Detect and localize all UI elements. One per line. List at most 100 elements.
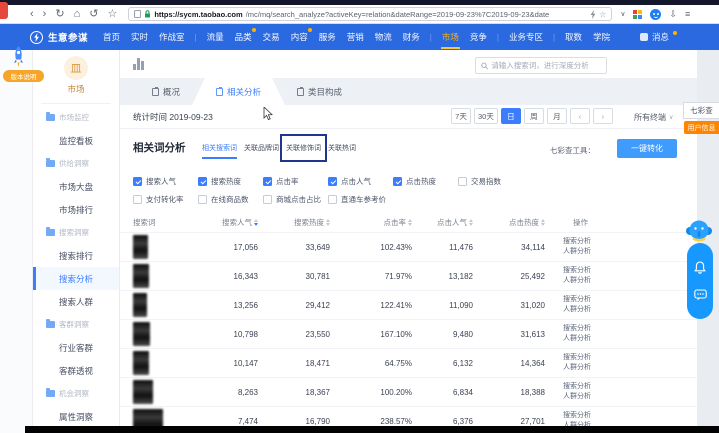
reload-icon[interactable]: ↻ xyxy=(55,9,64,20)
nav-item-流量[interactable]: 流量 xyxy=(206,25,225,49)
nav-item-财务[interactable]: 财务 xyxy=(402,25,421,49)
tab-类目构成[interactable]: 类目构成 xyxy=(285,78,354,105)
nav-item-内容[interactable]: 内容 xyxy=(290,25,309,49)
action-link-搜索分析[interactable]: 搜索分析 xyxy=(563,324,697,334)
column-header-点击人气[interactable]: 点击人气 xyxy=(412,217,473,228)
sidebar-item-市场排行[interactable]: 市场排行 xyxy=(33,198,119,221)
checkbox[interactable] xyxy=(133,177,142,186)
checkbox[interactable] xyxy=(263,195,272,204)
apps-grid-icon[interactable] xyxy=(633,10,642,19)
chat-icon[interactable] xyxy=(694,289,707,301)
action-link-人群分析[interactable]: 人群分析 xyxy=(563,334,697,344)
subtab-相关搜索词[interactable]: 相关搜索词 xyxy=(202,143,237,157)
tab-概况[interactable]: 概况 xyxy=(140,78,192,105)
range-button-日[interactable]: 日 xyxy=(501,108,521,124)
action-link-人群分析[interactable]: 人群分析 xyxy=(563,363,697,373)
nav-item-首页[interactable]: 首页 xyxy=(102,25,121,49)
nav-item-作战室[interactable]: 作战室 xyxy=(158,25,186,49)
metric-直通车参考价[interactable]: 直通车参考价 xyxy=(328,194,393,205)
range-button-7天[interactable]: 7天 xyxy=(451,108,471,124)
checkbox[interactable] xyxy=(133,195,142,204)
metric-点击热度[interactable]: 点击热度 xyxy=(393,176,458,187)
sidebar-item-客群透视[interactable]: 客群透视 xyxy=(33,359,119,382)
subtab-关联热词[interactable]: 关联热词 xyxy=(328,143,356,157)
star-save-icon[interactable]: ☆ xyxy=(599,10,606,19)
nav-item-业务专区[interactable]: 业务专区 xyxy=(508,25,544,49)
flash-icon[interactable] xyxy=(590,10,596,19)
bell-icon[interactable] xyxy=(694,261,706,274)
tab-相关分析[interactable]: 相关分析 xyxy=(192,78,285,105)
column-header-点击率[interactable]: 点击率 xyxy=(330,217,412,228)
action-link-搜索分析[interactable]: 搜索分析 xyxy=(563,411,697,421)
nav-item-物流[interactable]: 物流 xyxy=(374,25,393,49)
one-key-convert-button[interactable]: 一键转化 xyxy=(617,139,677,158)
nav-item-市场[interactable]: 市场 xyxy=(441,25,460,49)
action-link-人群分析[interactable]: 人群分析 xyxy=(563,392,697,402)
checkbox[interactable] xyxy=(328,195,337,204)
nav-item-品类[interactable]: 品类 xyxy=(234,25,253,49)
checkbox[interactable] xyxy=(458,177,467,186)
url-bar[interactable]: https://sycm.taobao.com/mc/mq/search_ana… xyxy=(128,7,612,21)
metric-商城点击占比[interactable]: 商城点击占比 xyxy=(263,194,328,205)
action-link-搜索分析[interactable]: 搜索分析 xyxy=(563,237,697,247)
column-header-搜索人气[interactable]: 搜索人气 xyxy=(180,217,258,228)
metric-搜索人气[interactable]: 搜索人气 xyxy=(133,176,198,187)
messenger-icon[interactable] xyxy=(650,9,661,20)
nav-item-服务[interactable]: 服务 xyxy=(318,25,337,49)
download-icon[interactable]: ⇩ xyxy=(669,9,677,20)
column-header-点击热度[interactable]: 点击热度 xyxy=(473,217,545,228)
history-icon[interactable]: ↺ xyxy=(89,9,98,20)
sidebar-item-监控看板[interactable]: 监控看板 xyxy=(33,129,119,152)
metric-在线商品数[interactable]: 在线商品数 xyxy=(198,194,263,205)
forward-icon[interactable]: › xyxy=(43,9,47,20)
nav-item-学院[interactable]: 学院 xyxy=(592,25,611,49)
metric-支付转化率[interactable]: 支付转化率 xyxy=(133,194,198,205)
action-link-人群分析[interactable]: 人群分析 xyxy=(563,276,697,286)
terminal-filter[interactable]: 所有终端∨ xyxy=(634,112,673,123)
metric-点击人气[interactable]: 点击人气 xyxy=(328,176,393,187)
qicai-side-tab[interactable]: 七彩查 xyxy=(683,102,719,119)
search-input[interactable] xyxy=(491,61,601,70)
metric-交易指数[interactable]: 交易指数 xyxy=(458,176,523,187)
nav-item-实时[interactable]: 实时 xyxy=(130,25,149,49)
action-link-人群分析[interactable]: 人群分析 xyxy=(563,247,697,257)
range-button-30天[interactable]: 30天 xyxy=(474,108,498,124)
checkbox[interactable] xyxy=(328,177,337,186)
metric-搜索热度[interactable]: 搜索热度 xyxy=(198,176,263,187)
range-button-月[interactable]: 月 xyxy=(547,108,567,124)
action-link-搜索分析[interactable]: 搜索分析 xyxy=(563,266,697,276)
action-link-人群分析[interactable]: 人群分析 xyxy=(563,305,697,315)
subtab-关联修饰词[interactable]: 关联修饰词 xyxy=(286,143,321,157)
nav-item-交易[interactable]: 交易 xyxy=(262,25,281,49)
keyword-search-box[interactable] xyxy=(475,57,607,74)
pager-next-button[interactable]: › xyxy=(593,108,613,124)
checkbox[interactable] xyxy=(198,195,207,204)
sidebar-item-搜索排行[interactable]: 搜索排行 xyxy=(33,244,119,267)
checkbox[interactable] xyxy=(393,177,402,186)
version-badge[interactable]: 版本说明 xyxy=(3,70,44,82)
subtab-关联品牌词[interactable]: 关联品牌词 xyxy=(244,143,279,157)
user-info-button[interactable]: 用户信息 xyxy=(684,121,719,134)
brand[interactable]: 生意参谋 xyxy=(30,30,88,44)
action-link-搜索分析[interactable]: 搜索分析 xyxy=(563,295,697,305)
sidebar-item-搜索分析[interactable]: 搜索分析 xyxy=(33,267,119,290)
nav-item-取数[interactable]: 取数 xyxy=(564,25,583,49)
pager-prev-button[interactable]: ‹ xyxy=(570,108,590,124)
messages-entry[interactable]: 消息 xyxy=(640,24,677,50)
service-mascot-icon[interactable] xyxy=(684,218,714,244)
sidebar-item-市场大盘[interactable]: 市场大盘 xyxy=(33,175,119,198)
checkbox[interactable] xyxy=(198,177,207,186)
sidebar-item-搜索人群[interactable]: 搜索人群 xyxy=(33,290,119,313)
action-link-搜索分析[interactable]: 搜索分析 xyxy=(563,382,697,392)
chevron-down-icon[interactable]: ∨ xyxy=(620,10,625,18)
back-icon[interactable]: ‹ xyxy=(30,9,34,20)
nav-item-竞争[interactable]: 竞争 xyxy=(469,25,488,49)
home-icon[interactable]: ⌂ xyxy=(74,9,81,20)
browser-menu-icon[interactable]: ≡ xyxy=(685,9,690,19)
checkbox[interactable] xyxy=(263,177,272,186)
nav-item-营销[interactable]: 营销 xyxy=(346,25,365,49)
range-button-周[interactable]: 周 xyxy=(524,108,544,124)
sidebar-item-属性洞察[interactable]: 属性洞察 xyxy=(33,405,119,428)
column-header-搜索热度[interactable]: 搜索热度 xyxy=(258,217,330,228)
metric-点击率[interactable]: 点击率 xyxy=(263,176,328,187)
